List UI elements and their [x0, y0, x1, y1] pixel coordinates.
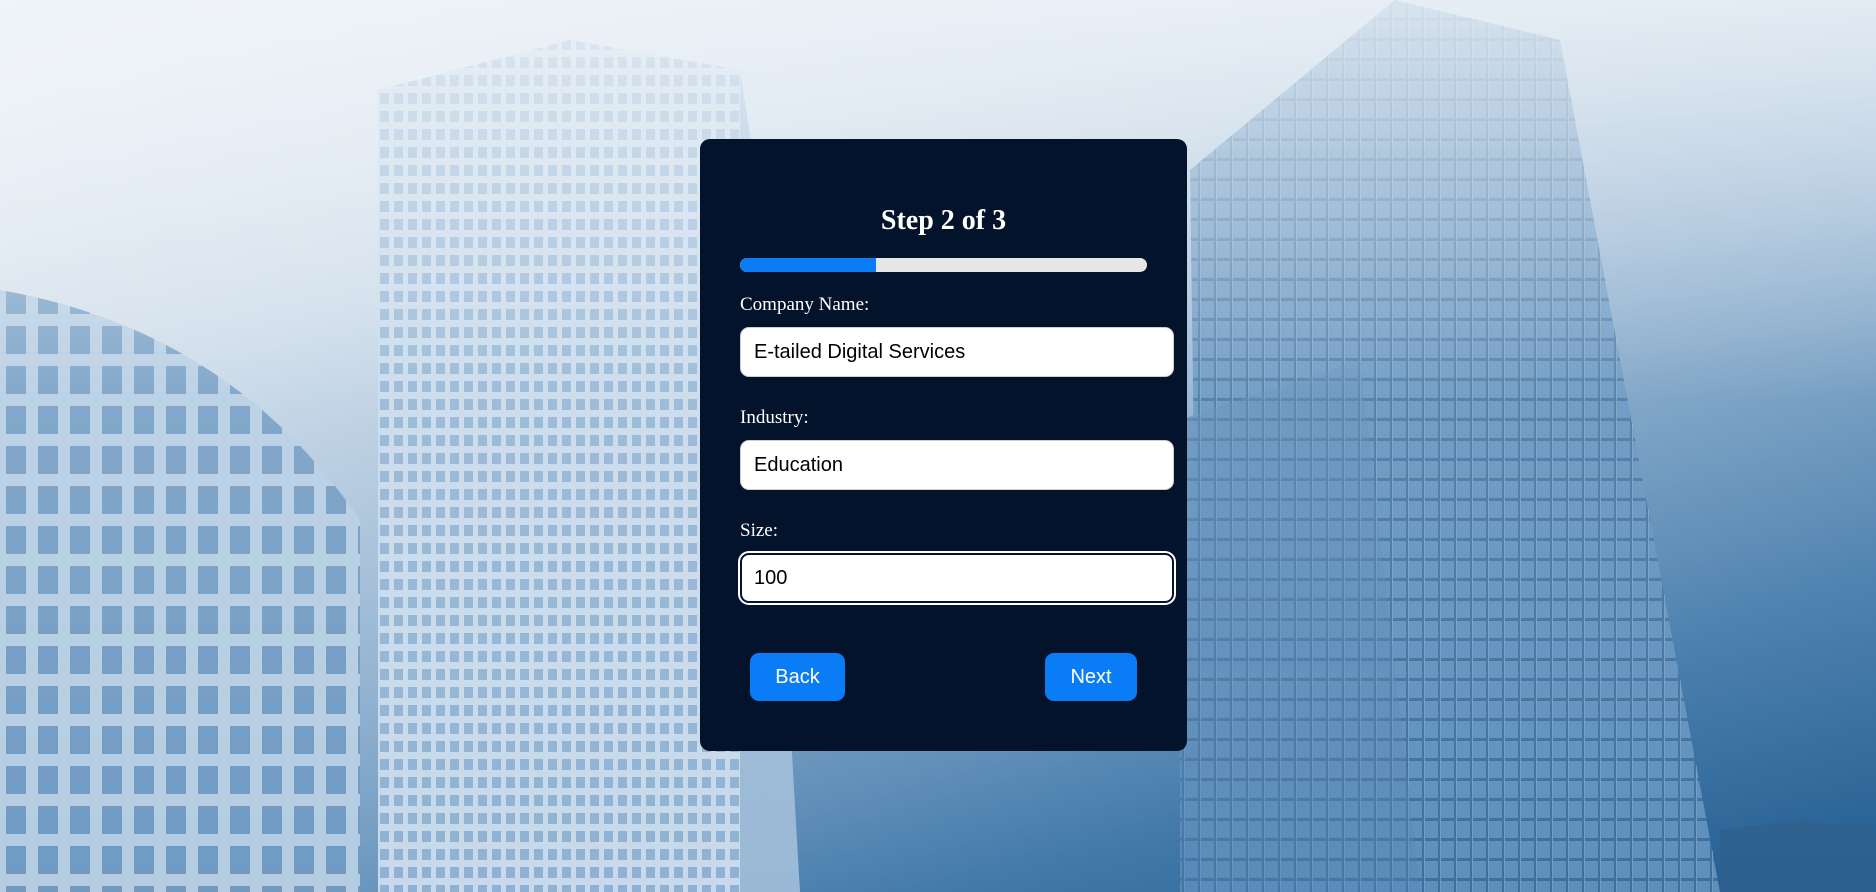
company-name-label: Company Name: — [740, 294, 870, 315]
wizard-card: Step 2 of 3 Company Name: Industry: Size… — [700, 139, 1187, 751]
industry-label: Industry: — [740, 407, 809, 428]
progress-bar — [740, 258, 1147, 272]
industry-input[interactable] — [740, 440, 1174, 490]
company-name-input[interactable] — [740, 327, 1174, 377]
next-button[interactable]: Next — [1045, 653, 1137, 701]
step-title: Step 2 of 3 — [880, 205, 1007, 236]
back-button[interactable]: Back — [750, 653, 845, 701]
size-input[interactable] — [740, 553, 1174, 603]
progress-bar-fill — [740, 258, 876, 272]
size-label: Size: — [740, 520, 778, 541]
